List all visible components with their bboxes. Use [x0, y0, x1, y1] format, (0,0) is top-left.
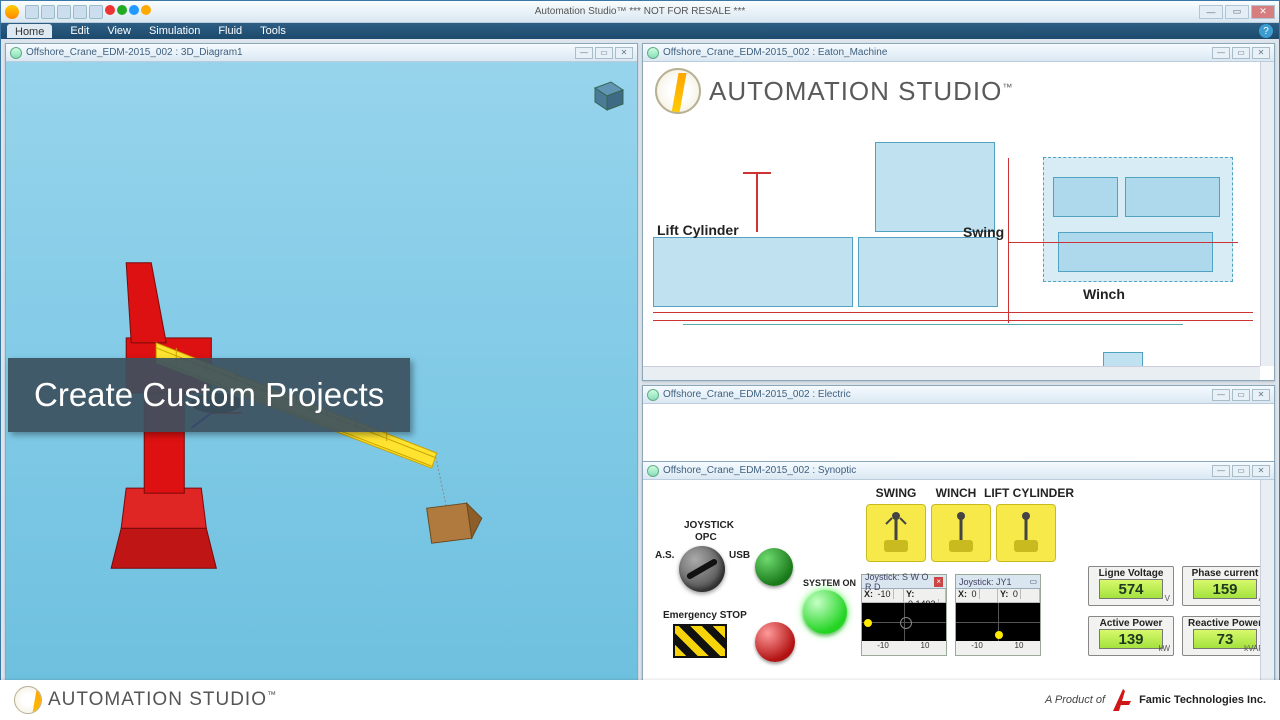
doc-icon [10, 47, 22, 59]
child-close-icon[interactable]: ✕ [1252, 389, 1270, 401]
joystick-swing[interactable] [866, 504, 926, 562]
label-winch: Winch [1083, 286, 1125, 302]
ribbon-tabs: Home Edit View Simulation Fluid Tools ? [1, 23, 1279, 39]
maximize-button[interactable]: ▭ [1225, 5, 1249, 19]
joystick-mode-selector[interactable] [679, 546, 725, 592]
overlay-banner: Create Custom Projects [8, 358, 410, 432]
orientation-cube-icon[interactable] [585, 70, 629, 114]
label-estop: Emergency STOP [663, 610, 747, 621]
label-joystick: JOYSTICK [679, 520, 739, 531]
lamp-joystick[interactable] [755, 548, 793, 586]
footer-brand: AUTOMATION STUDIO [48, 689, 267, 710]
child-minimize-icon[interactable]: — [1212, 465, 1230, 477]
tab-simulation[interactable]: Simulation [149, 25, 200, 37]
help-button[interactable]: ? [1259, 24, 1273, 38]
scrollbar-vertical[interactable] [1260, 480, 1274, 714]
doc-icon [647, 389, 659, 401]
child-maximize-icon[interactable]: ▭ [595, 47, 613, 59]
label-swing: Swing [963, 224, 1004, 240]
lamp-estop[interactable] [755, 622, 795, 662]
child-minimize-icon[interactable]: — [1212, 47, 1230, 59]
mdi-title-synoptic: Offshore_Crane_EDM-2015_002 : Synoptic [663, 465, 856, 476]
child-minimize-icon[interactable]: — [575, 47, 593, 59]
brand-logo-icon [14, 686, 42, 714]
label-swing: SWING [866, 486, 926, 500]
doc-icon [647, 465, 659, 477]
child-close-icon[interactable]: ✕ [615, 47, 633, 59]
quick-access-toolbar[interactable] [25, 5, 151, 19]
tab-tools[interactable]: Tools [260, 25, 286, 37]
joystick-lift[interactable] [996, 504, 1056, 562]
mdi-title-electric: Offshore_Crane_EDM-2015_002 : Electric [663, 389, 851, 400]
meter-active-power: Active Power139kW [1088, 616, 1174, 656]
scrollbar-vertical[interactable] [1260, 62, 1274, 366]
label-lift-cylinder: LIFT CYLINDER [979, 486, 1079, 500]
window-eaton-machine: Offshore_Crane_EDM-2015_002 : Eaton_Mach… [642, 43, 1275, 381]
child-minimize-icon[interactable]: — [1212, 389, 1230, 401]
child-maximize-icon[interactable]: ▭ [1232, 465, 1250, 477]
close-button[interactable]: ✕ [1251, 5, 1275, 19]
child-close-icon[interactable]: ✕ [1252, 465, 1270, 477]
tab-view[interactable]: View [107, 25, 131, 37]
footer-company: Famic Technologies Inc. [1139, 694, 1266, 706]
window-synoptic: Offshore_Crane_EDM-2015_002 : Synoptic —… [642, 461, 1275, 715]
joystick-winch[interactable] [931, 504, 991, 562]
child-maximize-icon[interactable]: ▭ [1232, 47, 1250, 59]
joystick-panel-b[interactable]: Joystick: JY1▭ X: 0Y: 0 -1010 [955, 574, 1041, 656]
scrollbar-horizontal[interactable] [643, 366, 1260, 380]
minimize-button[interactable]: — [1199, 5, 1223, 19]
child-maximize-icon[interactable]: ▭ [1232, 389, 1250, 401]
footer-bar: AUTOMATION STUDIO™ A Product of Famic Te… [0, 680, 1280, 720]
mdi-title-eaton: Offshore_Crane_EDM-2015_002 : Eaton_Mach… [663, 47, 887, 58]
meter-phase-current: Phase current159A [1182, 566, 1268, 606]
window-title: Automation Studio™ *** NOT FOR RESALE **… [535, 6, 745, 17]
doc-icon [647, 47, 659, 59]
app-icon [5, 5, 19, 19]
tab-fluid[interactable]: Fluid [218, 25, 242, 37]
brand-logo: AUTOMATION STUDIO™ [655, 68, 1013, 114]
emergency-stop-button[interactable] [673, 624, 727, 658]
tab-edit[interactable]: Edit [70, 25, 89, 37]
label-winch: WINCH [926, 486, 986, 500]
tab-home[interactable]: Home [7, 24, 52, 38]
famic-logo-icon [1111, 687, 1133, 713]
label-lift-cylinder: Lift Cylinder [657, 222, 739, 238]
meter-reactive-power: Reactive Power73kVAR [1182, 616, 1268, 656]
child-close-icon[interactable]: ✕ [1252, 47, 1270, 59]
meter-ligne-voltage: Ligne Voltage574V [1088, 566, 1174, 606]
title-bar: Automation Studio™ *** NOT FOR RESALE **… [1, 1, 1279, 23]
lamp-system-on[interactable] [803, 590, 847, 634]
schematic-canvas[interactable]: AUTOMATION STUDIO™ [643, 62, 1274, 380]
close-icon[interactable]: × [934, 577, 943, 587]
mdi-title-3d: Offshore_Crane_EDM-2015_002 : 3D_Diagram… [26, 47, 243, 58]
label-system-on: SYSTEM ON [803, 578, 856, 588]
footer-product-of: A Product of [1045, 694, 1105, 706]
joystick-panel-a[interactable]: Joystick: S W O R D× X: -10Y: 0.1493 -10… [861, 574, 947, 656]
